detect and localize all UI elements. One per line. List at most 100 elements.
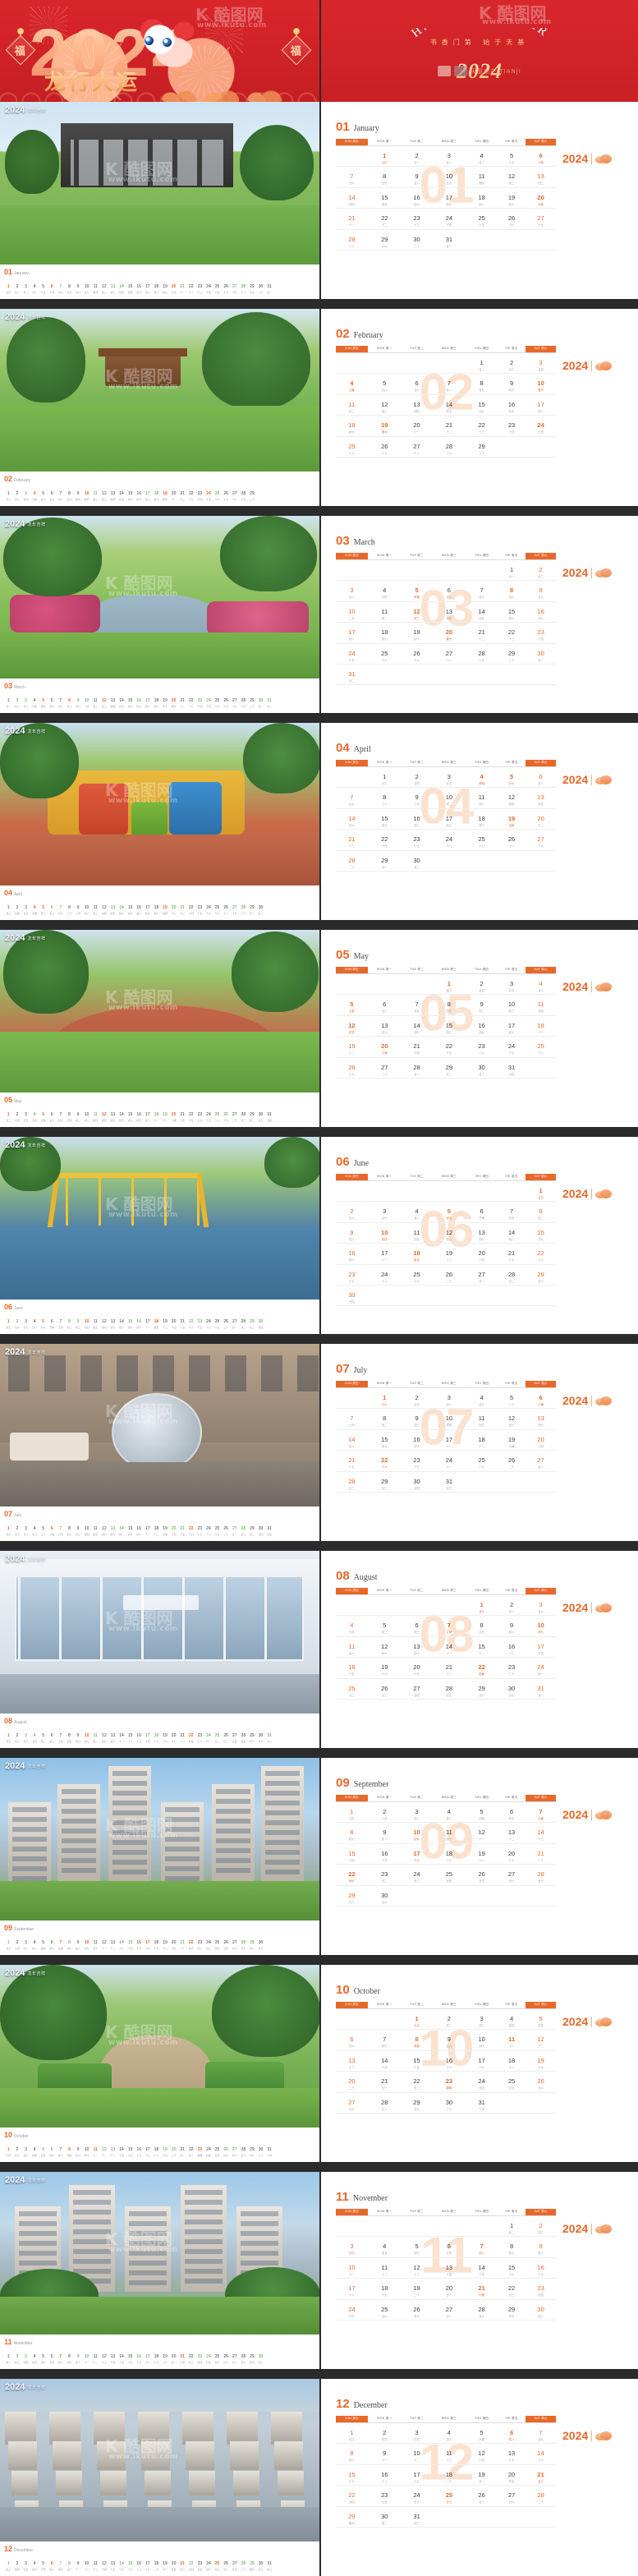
day-cell[interactable]: 13 十四 (432, 2257, 466, 2279)
day-cell[interactable]: 15 初八 (432, 1015, 466, 1037)
day-cell[interactable]: 26 十九 (336, 1057, 368, 1079)
day-cell[interactable]: 22 十六 (526, 1243, 556, 1265)
day-cell[interactable]: 12 初六 (432, 1222, 466, 1244)
day-cell[interactable]: 16 初七 (497, 394, 526, 416)
day-cell[interactable]: 19 十三 (432, 1243, 466, 1265)
day-cell[interactable]: 8 初二 (367, 1408, 402, 1430)
day-cell[interactable]: 18 初十 (466, 808, 498, 830)
day-cell[interactable]: 3 廿四 (526, 352, 556, 375)
day-cell[interactable]: 16 初九 (466, 1015, 498, 1037)
day-cell[interactable]: 8 四月 (432, 994, 466, 1016)
day-cell[interactable]: 4 初四 (497, 2008, 526, 2031)
day-cell[interactable]: 14 十六 (526, 2443, 556, 2465)
day-cell[interactable]: 5 惊蛰 (401, 580, 433, 602)
day-cell[interactable]: 8 初七 (336, 1822, 368, 1844)
day-cell[interactable]: 21 廿三 (526, 2464, 556, 2486)
day-cell[interactable]: 12 十四 (466, 2443, 498, 2465)
day-cell[interactable]: 23 十五 (401, 829, 433, 851)
day-cell[interactable]: 30 三十 (432, 2092, 466, 2114)
day-cell[interactable]: 30 廿九 (367, 1885, 402, 1907)
day-cell[interactable]: 10 十二 (401, 2443, 433, 2465)
day-cell[interactable]: 31 廿五 (432, 1471, 466, 1493)
day-cell[interactable]: 25 十六 (367, 643, 402, 665)
day-cell[interactable]: 13 初七 (526, 1408, 556, 1430)
day-cell[interactable]: 19 大暑 (497, 1429, 526, 1451)
day-cell[interactable]: 2 初二 (432, 2008, 466, 2031)
day-cell[interactable]: 5 初四 (466, 1801, 498, 1824)
day-cell[interactable]: 23 廿四 (526, 2278, 556, 2300)
day-cell[interactable]: 27 廿四 (401, 1678, 433, 1700)
day-cell[interactable]: 27 廿七 (336, 2092, 368, 2114)
day-cell[interactable]: 3 初五 (401, 2422, 433, 2445)
day-cell[interactable]: 7 立秋 (432, 1615, 466, 1637)
day-cell[interactable]: 21 十八 (432, 1657, 466, 1679)
day-cell[interactable]: 7 五月 (497, 1201, 526, 1223)
day-cell[interactable]: 4 廿三 (466, 145, 498, 168)
day-cell[interactable]: 11 十二 (367, 2257, 402, 2279)
day-cell[interactable]: 9 十一 (367, 2443, 402, 2465)
day-cell[interactable]: 6 初五 (497, 1801, 526, 1824)
day-cell[interactable]: 3 廿七 (367, 1201, 402, 1223)
day-cell[interactable]: 9 廿八 (401, 166, 433, 188)
day-cell[interactable]: 13 初五 (526, 787, 556, 809)
day-cell[interactable]: 20 小满 (367, 1036, 402, 1058)
day-cell[interactable]: 4 初六 (432, 2422, 466, 2445)
day-cell[interactable]: 12 十三 (401, 2257, 433, 2279)
day-cell[interactable]: 1 廿七 (466, 1594, 498, 1617)
day-cell[interactable]: 20 十一 (401, 415, 433, 437)
day-cell[interactable]: 24 十六 (432, 829, 466, 851)
day-cell[interactable]: 12 初四 (497, 787, 526, 809)
day-cell[interactable]: 29 二十 (466, 436, 498, 458)
day-cell[interactable]: 27 廿一 (466, 1264, 498, 1286)
day-cell[interactable]: 3 初二 (401, 1801, 433, 1824)
day-cell[interactable]: 15 初九 (526, 1222, 556, 1244)
day-cell[interactable]: 1 廿六 (367, 1387, 402, 1410)
day-cell[interactable]: 24 十八 (367, 1264, 402, 1286)
day-cell[interactable]: 26 十七 (401, 643, 433, 665)
day-cell[interactable]: 24 十四 (432, 208, 466, 230)
day-cell[interactable]: 24 十七 (497, 1036, 526, 1058)
day-cell[interactable]: 15 初六 (497, 601, 526, 623)
day-cell[interactable]: 27 十七 (526, 208, 556, 230)
day-cell[interactable]: 30 廿四 (336, 1285, 368, 1307)
day-cell[interactable]: 17 十四 (526, 1636, 556, 1658)
day-cell[interactable]: 29 冬月 (497, 2299, 526, 2321)
day-cell[interactable]: 9 除夕 (497, 373, 526, 395)
day-cell[interactable]: 9 初十 (526, 2236, 556, 2258)
day-cell[interactable]: 26 廿八 (466, 2485, 498, 2507)
day-cell[interactable]: 23 廿二 (367, 1864, 402, 1886)
day-cell[interactable]: 6 廿六 (432, 580, 466, 602)
day-cell[interactable]: 14 十四 (367, 2050, 402, 2072)
day-cell[interactable]: 12 初九 (367, 1636, 402, 1658)
day-cell[interactable]: 21 小雪 (466, 2278, 498, 2300)
day-cell[interactable]: 24 廿一 (526, 1657, 556, 1679)
day-cell[interactable]: 12 初六 (497, 1408, 526, 1430)
day-cell[interactable]: 11 初四 (526, 994, 556, 1016)
day-cell[interactable]: 2 廿一 (401, 145, 433, 168)
day-cell[interactable]: 2 廿四 (466, 973, 498, 996)
day-cell[interactable]: 25 十九 (466, 1450, 498, 1472)
day-cell[interactable]: 28 廿二 (336, 1471, 368, 1493)
day-cell[interactable]: 21 十四 (401, 1036, 433, 1058)
day-cell[interactable]: 23 十七 (336, 1264, 368, 1286)
day-cell[interactable]: 6 廿七 (401, 373, 433, 395)
day-cell[interactable]: 28 二十 (336, 850, 368, 872)
day-cell[interactable]: 2 廿二 (526, 559, 556, 582)
day-cell[interactable]: 19 谷雨 (497, 808, 526, 830)
day-cell[interactable]: 27 十八 (401, 436, 433, 458)
day-cell[interactable]: 10 初七 (526, 1615, 556, 1637)
day-cell[interactable]: 7 廿六 (336, 166, 368, 188)
day-cell[interactable]: 8 初十 (336, 2443, 368, 2465)
day-cell[interactable]: 5 廿六 (367, 373, 402, 395)
day-cell[interactable]: 6 芒种 (466, 1201, 498, 1223)
day-cell[interactable]: 4 初五 (367, 2236, 402, 2258)
day-cell[interactable]: 19 十六 (367, 1657, 402, 1679)
day-cell[interactable]: 3 廿二 (432, 145, 466, 168)
day-cell[interactable]: 30 廿四 (401, 1471, 433, 1493)
day-cell[interactable]: 14 初八 (336, 1429, 368, 1451)
day-cell[interactable]: 8 寒露 (401, 2029, 433, 2051)
day-cell[interactable]: 12 初三 (367, 394, 402, 416)
day-cell[interactable]: 5 初六 (401, 2236, 433, 2258)
day-cell[interactable]: 29 廿二 (432, 1057, 466, 1079)
day-cell[interactable]: 28 廿八 (367, 2092, 402, 2114)
